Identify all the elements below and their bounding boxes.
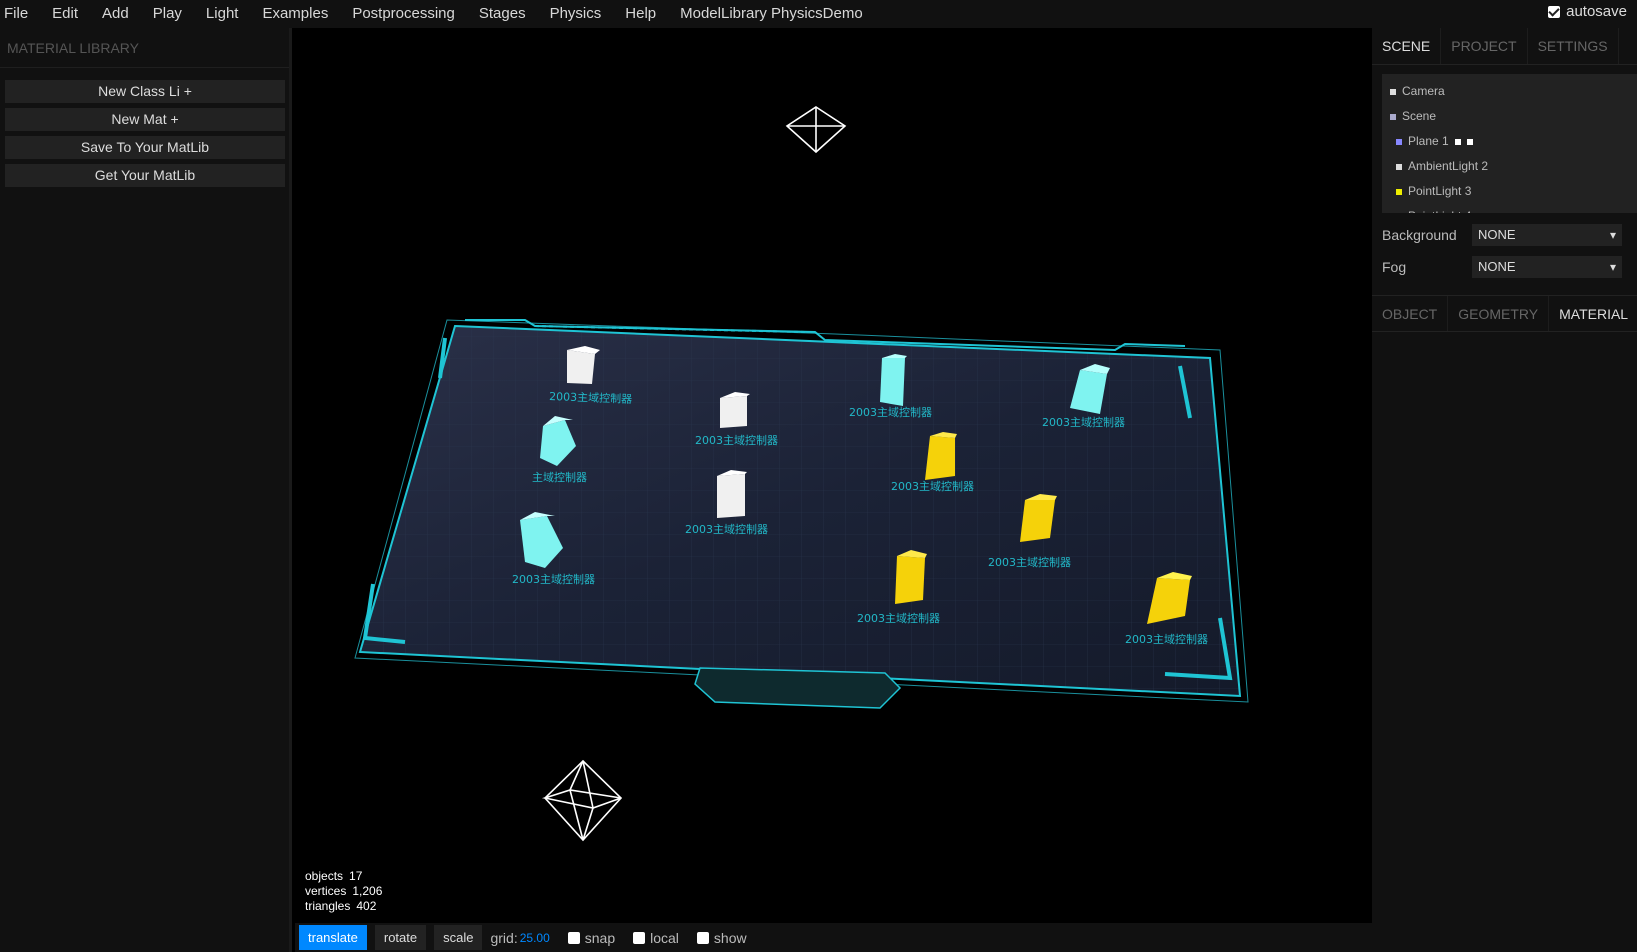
- geometry-icon: [1454, 138, 1461, 145]
- vertices-label: vertices: [305, 884, 347, 898]
- vertices-value: 1,206: [352, 884, 383, 898]
- menu-file[interactable]: File: [0, 0, 40, 28]
- objects-label: objects: [305, 869, 344, 883]
- cube-6[interactable]: [925, 432, 957, 480]
- properties-tabs: OBJECT GEOMETRY MATERIAL: [1372, 295, 1637, 332]
- outliner-item-label: PointLight 3: [1408, 184, 1472, 198]
- cube-label-7: 2003主域控制器: [685, 522, 768, 536]
- cube-label-4: 2003主域控制器: [1042, 415, 1125, 429]
- menu-modellibrary[interactable]: ModelLibrary PhysicsDemo: [668, 0, 875, 28]
- autosave-toggle[interactable]: autosave: [1548, 3, 1627, 20]
- autosave-label: autosave: [1566, 3, 1627, 20]
- new-material-button[interactable]: New Mat +: [5, 108, 285, 131]
- object-type-icon: [1396, 163, 1402, 170]
- snap-toggle[interactable]: snap: [567, 929, 616, 946]
- background-label: Background: [1382, 227, 1457, 243]
- material-icon: [1466, 138, 1473, 145]
- fog-row: Fog NONE: [1382, 256, 1637, 278]
- render-info: objects 17 vertices 1,206 triangles 402: [305, 869, 382, 914]
- outliner-item-label: Plane 1: [1408, 134, 1449, 148]
- save-to-matlib-button[interactable]: Save To Your MatLib: [5, 136, 285, 159]
- outliner-item-label: PointLight 4: [1408, 204, 1471, 213]
- local-toggle[interactable]: local: [633, 930, 679, 946]
- 3d-viewport[interactable]: 2003主域控制器 2003主域控制器 2003主域控制器 2003主域控制器 …: [295, 28, 1372, 923]
- cube-label-3: 2003主域控制器: [849, 405, 932, 419]
- cube-label-8: 2003主域控制器: [988, 555, 1071, 569]
- menu-help[interactable]: Help: [613, 0, 668, 28]
- show-checkbox[interactable]: [696, 931, 709, 944]
- cube-7[interactable]: [717, 470, 747, 518]
- cube-2[interactable]: [720, 392, 750, 428]
- cube-label-11: 2003主域控制器: [1125, 632, 1208, 646]
- cube-label-9: 2003主域控制器: [512, 572, 595, 586]
- outliner-item-plane[interactable]: Plane 1: [1382, 129, 1637, 154]
- outliner-item-camera[interactable]: Camera: [1382, 79, 1637, 104]
- outliner-item-label: Camera: [1402, 84, 1445, 98]
- triangles-label: triangles: [305, 899, 351, 913]
- local-label: local: [650, 929, 679, 946]
- objects-value: 17: [349, 869, 363, 883]
- outliner-item-label: AmbientLight 2: [1408, 159, 1489, 173]
- camera-helper-icon[interactable]: [785, 106, 847, 154]
- new-class-library-button[interactable]: New Class Li +: [5, 80, 285, 103]
- tab-material[interactable]: MATERIAL: [1549, 296, 1637, 331]
- triangles-value: 402: [356, 899, 377, 913]
- sidebar-panel: SCENE PROJECT SETTINGS Camera Scene Plan…: [1372, 28, 1637, 952]
- grid-value-input[interactable]: 25.00: [520, 931, 550, 945]
- cube-10[interactable]: [895, 550, 927, 604]
- background-row: Background NONE: [1382, 224, 1637, 246]
- cube-label-1: 2003主域控制器: [549, 389, 632, 406]
- outliner-item-pointlight-4[interactable]: PointLight 4: [1382, 204, 1637, 213]
- transform-toolbar: translate rotate scale grid: 25.00 snap …: [295, 923, 1372, 952]
- tab-project[interactable]: PROJECT: [1441, 28, 1528, 64]
- object-type-icon: [1390, 88, 1396, 95]
- outliner-item-label: Scene: [1402, 109, 1437, 123]
- light-helper-icon[interactable]: [541, 759, 623, 842]
- tab-object[interactable]: OBJECT: [1372, 296, 1449, 331]
- object-type-icon: [1396, 188, 1402, 195]
- menu-examples[interactable]: Examples: [250, 0, 340, 28]
- fog-label: Fog: [1382, 259, 1407, 275]
- local-checkbox[interactable]: [633, 931, 646, 944]
- cube-label-5: 主域控制器: [532, 470, 587, 484]
- autosave-checkbox[interactable]: [1548, 5, 1561, 18]
- menu-edit[interactable]: Edit: [40, 0, 90, 28]
- material-library-panel: MATERIAL LIBRARY New Class Li + New Mat …: [0, 28, 292, 952]
- menu-postprocessing[interactable]: Postprocessing: [340, 0, 467, 28]
- outliner-item-pointlight-3[interactable]: PointLight 3: [1382, 179, 1637, 204]
- outliner-item-ambientlight[interactable]: AmbientLight 2: [1382, 154, 1637, 179]
- cube-label-10: 2003主域控制器: [857, 611, 940, 625]
- show-label: show: [713, 929, 747, 946]
- snap-label: snap: [584, 929, 616, 946]
- outliner-item-scene[interactable]: Scene: [1382, 104, 1637, 129]
- cube-label-6: 2003主域控制器: [891, 479, 974, 493]
- translate-button[interactable]: translate: [299, 925, 367, 950]
- tab-settings[interactable]: SETTINGS: [1528, 28, 1619, 64]
- menu-stages[interactable]: Stages: [467, 0, 538, 28]
- object-type-icon: [1396, 138, 1402, 145]
- get-matlib-button[interactable]: Get Your MatLib: [5, 164, 285, 187]
- menubar: File Edit Add Play Light Examples Postpr…: [0, 0, 1637, 28]
- cube-label-2: 2003主域控制器: [695, 433, 778, 447]
- scale-button[interactable]: scale: [434, 925, 483, 950]
- object-type-icon: [1390, 113, 1396, 120]
- menu-light[interactable]: Light: [194, 0, 251, 28]
- grid-label: grid:: [490, 929, 518, 946]
- cube-3[interactable]: [880, 354, 907, 406]
- material-library-title: MATERIAL LIBRARY: [0, 28, 289, 68]
- show-toggle[interactable]: show: [696, 929, 747, 946]
- tab-scene[interactable]: SCENE: [1372, 28, 1442, 64]
- hud-plane[interactable]: [354, 319, 1249, 709]
- menu-add[interactable]: Add: [90, 0, 141, 28]
- menu-physics[interactable]: Physics: [538, 0, 614, 28]
- scene-outliner[interactable]: Camera Scene Plane 1 AmbientLight 2 Poin…: [1382, 74, 1637, 213]
- snap-checkbox[interactable]: [567, 931, 580, 944]
- background-select[interactable]: NONE: [1472, 224, 1622, 246]
- rotate-button[interactable]: rotate: [374, 925, 427, 950]
- tab-geometry[interactable]: GEOMETRY: [1448, 296, 1550, 331]
- menu-play[interactable]: Play: [141, 0, 194, 28]
- sidebar-tabs: SCENE PROJECT SETTINGS: [1372, 28, 1637, 65]
- fog-select[interactable]: NONE: [1472, 256, 1622, 278]
